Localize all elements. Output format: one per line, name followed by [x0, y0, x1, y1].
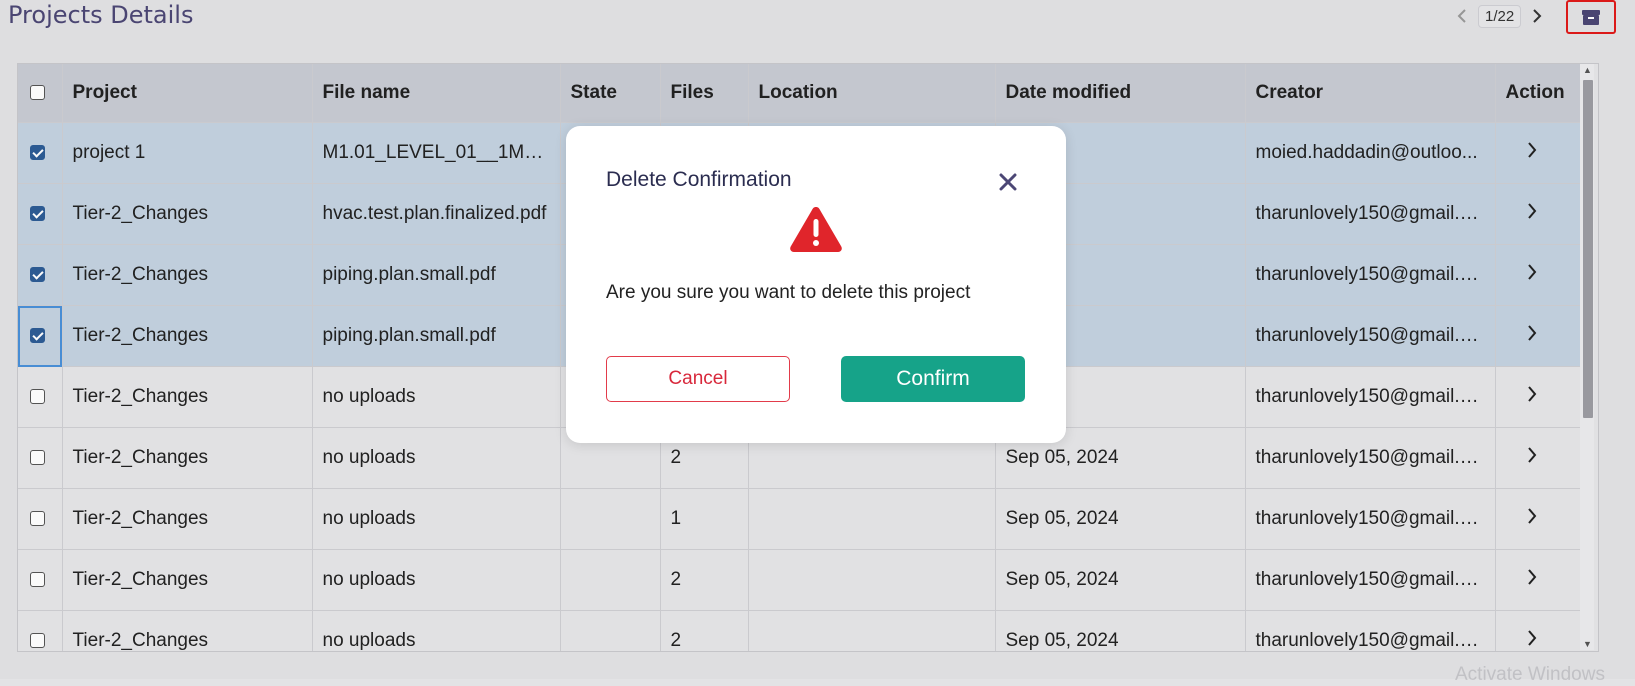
close-icon [999, 173, 1017, 191]
cancel-button[interactable]: Cancel [606, 356, 790, 402]
dialog-message: Are you sure you want to delete this pro… [606, 282, 971, 303]
dialog-title: Delete Confirmation [606, 168, 792, 191]
delete-confirmation-dialog: Delete Confirmation Are you sure you wan… [566, 126, 1066, 443]
close-button[interactable] [996, 170, 1020, 194]
confirm-button[interactable]: Confirm [841, 356, 1025, 402]
warning-triangle-icon [790, 207, 842, 252]
